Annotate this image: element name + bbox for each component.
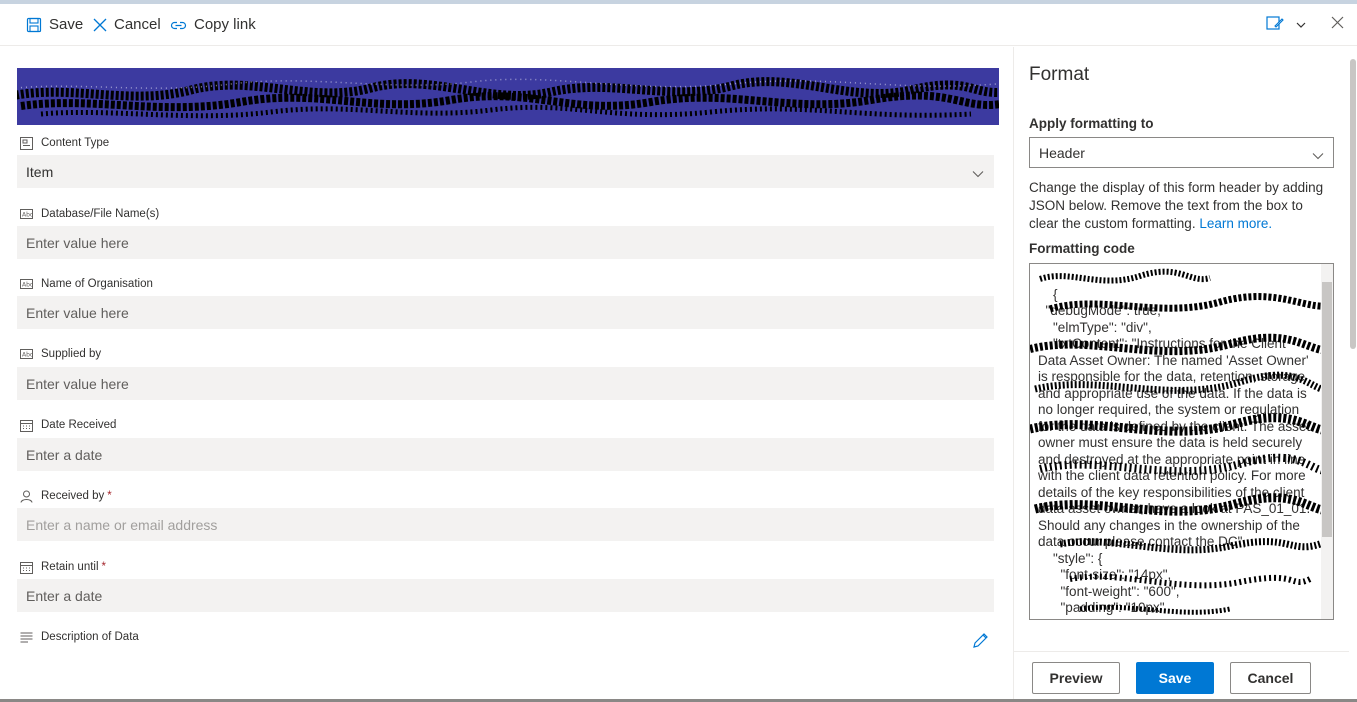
panel-scrollbar-thumb[interactable] xyxy=(1350,59,1356,349)
chevron-down-icon xyxy=(972,165,984,181)
required-indicator: * xyxy=(101,561,107,573)
received-by-people-picker[interactable]: Enter a name or email address xyxy=(17,508,994,541)
link-icon xyxy=(170,18,187,32)
supplied-by-input[interactable]: Enter value here xyxy=(17,367,994,400)
chevron-down-icon xyxy=(1312,147,1324,163)
svg-text:Abc: Abc xyxy=(22,352,33,359)
retain-until-picker[interactable]: Enter a date xyxy=(17,579,994,612)
text-field-icon: Abc xyxy=(19,347,33,361)
field-label-received-by: Received by * xyxy=(19,489,112,503)
learn-more-link[interactable]: Learn more. xyxy=(1199,216,1272,231)
code-editor-scrollbar[interactable] xyxy=(1321,264,1333,619)
apply-formatting-label: Apply formatting to xyxy=(1029,116,1154,131)
cancel-button[interactable]: Cancel xyxy=(93,4,161,45)
svg-text:Abc: Abc xyxy=(22,212,33,219)
redaction-scribble xyxy=(17,77,999,119)
command-bar: Save Cancel Copy link xyxy=(0,4,1357,46)
field-label-description-of-data: Description of Data xyxy=(19,630,139,644)
apply-formatting-value: Header xyxy=(1039,144,1085,161)
calendar-icon xyxy=(19,560,33,574)
field-label-date-received: Date Received xyxy=(19,418,116,432)
formatting-code-editor[interactable]: { "debugMode": true, "elmType": "div", "… xyxy=(1029,263,1334,620)
calendar-icon xyxy=(19,418,33,432)
preview-button[interactable]: Preview xyxy=(1032,662,1120,694)
more-options-chevron[interactable] xyxy=(1296,4,1306,46)
format-panel: Format Apply formatting to Header Change… xyxy=(1013,47,1357,699)
copy-link-label: Copy link xyxy=(194,16,256,33)
field-label-supplied-by: Abc Supplied by xyxy=(19,347,101,361)
content-type-icon xyxy=(19,136,33,150)
panel-cancel-button[interactable]: Cancel xyxy=(1230,662,1311,694)
multiline-text-icon xyxy=(19,630,33,644)
close-icon xyxy=(93,18,107,32)
item-form: Content Type Item Abc Database/File Name… xyxy=(0,47,1013,699)
close-form-button[interactable] xyxy=(1331,4,1344,46)
database-file-names-input[interactable]: Enter value here xyxy=(17,226,994,259)
content-type-dropdown[interactable]: Item xyxy=(17,155,994,188)
chevron-down-icon xyxy=(1296,16,1306,34)
panel-save-button[interactable]: Save xyxy=(1136,662,1214,694)
field-label-database-file-names: Abc Database/File Name(s) xyxy=(19,207,159,221)
form-header-banner xyxy=(17,68,999,125)
edit-description-button[interactable] xyxy=(972,632,989,654)
field-label-name-of-organisation: Abc Name of Organisation xyxy=(19,277,153,291)
text-field-icon: Abc xyxy=(19,207,33,221)
date-received-picker[interactable]: Enter a date xyxy=(17,438,994,471)
close-icon xyxy=(1331,16,1344,34)
copy-link-button[interactable]: Copy link xyxy=(170,4,256,45)
pencil-icon xyxy=(972,633,989,653)
edit-form-icon xyxy=(1266,15,1284,36)
panel-footer: Preview Save Cancel xyxy=(1014,651,1349,699)
svg-text:Abc: Abc xyxy=(22,282,33,289)
person-icon xyxy=(19,489,33,503)
apply-formatting-dropdown[interactable]: Header xyxy=(1029,137,1334,168)
required-indicator: * xyxy=(107,490,112,502)
edit-form-button[interactable] xyxy=(1266,4,1284,46)
name-of-organisation-input[interactable]: Enter value here xyxy=(17,296,994,329)
field-label-content-type: Content Type xyxy=(19,136,109,150)
save-button[interactable]: Save xyxy=(26,4,83,45)
text-field-icon: Abc xyxy=(19,277,33,291)
code-editor-scrollbar-thumb[interactable] xyxy=(1322,282,1332,537)
panel-scrollbar[interactable] xyxy=(1349,47,1357,699)
save-label: Save xyxy=(49,16,84,33)
panel-title: Format xyxy=(1029,64,1090,85)
formatting-code-text: { "debugMode": true, "elmType": "div", "… xyxy=(1038,286,1311,616)
content-type-value: Item xyxy=(26,163,54,180)
panel-description: Change the display of this form header b… xyxy=(1029,180,1324,231)
save-icon xyxy=(26,17,42,33)
field-label-retain-until: Retain until * xyxy=(19,560,106,574)
formatting-code-label: Formatting code xyxy=(1029,241,1135,256)
cancel-label: Cancel xyxy=(114,16,161,33)
